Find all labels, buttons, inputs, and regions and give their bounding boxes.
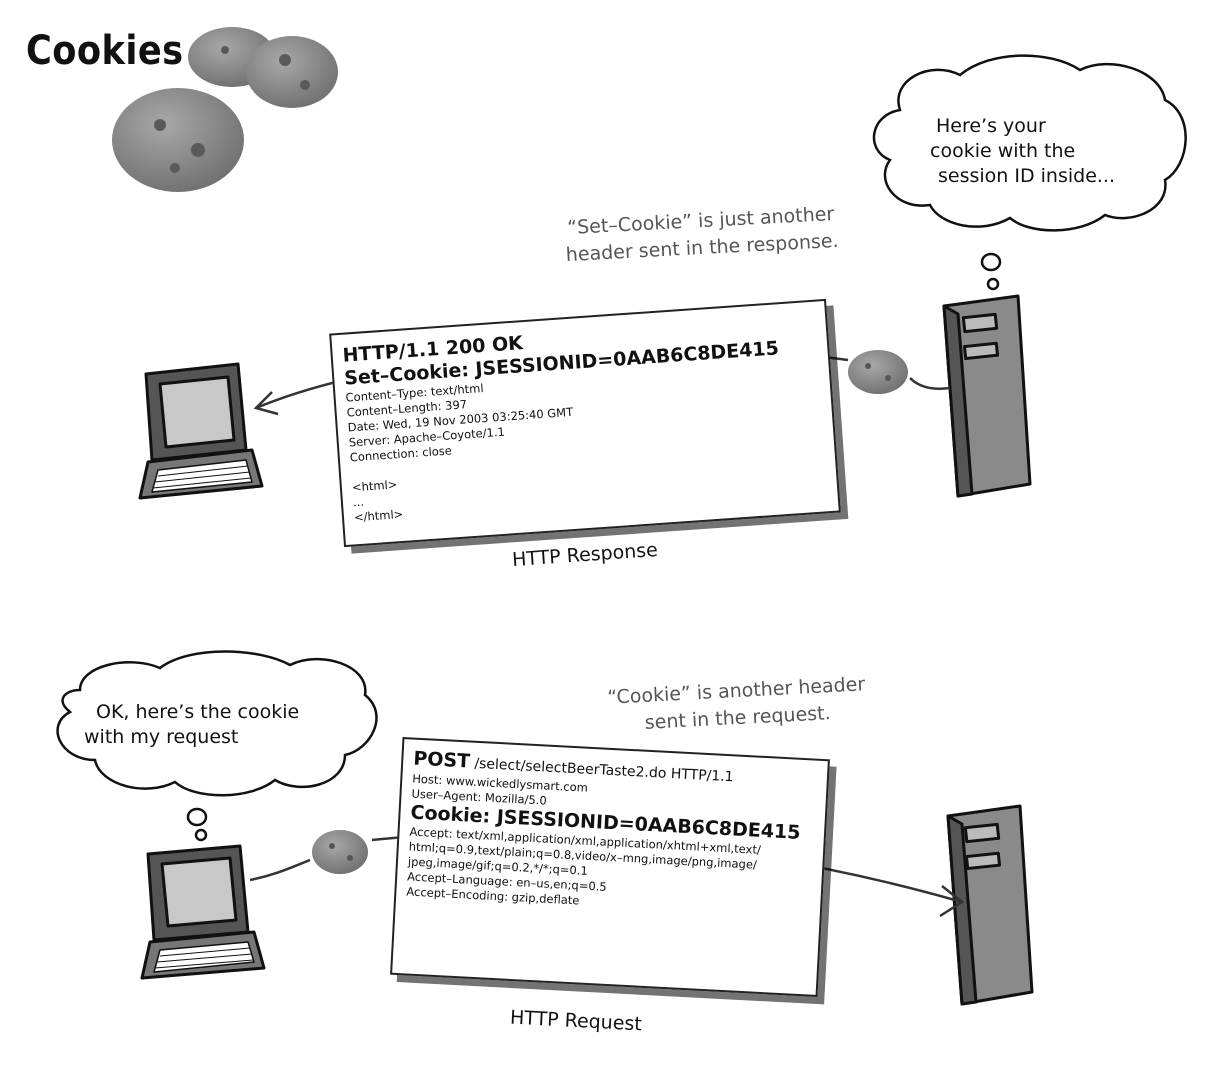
laptop-icon [140,844,266,980]
client-bubble-text: OK, here’s the cookie with my request [84,700,299,750]
http-response-card: HTTP/1.1 200 OK Set–Cookie: JSESSIONID=0… [329,298,841,548]
server-bubble-text: Here’s your cookie with the session ID i… [928,114,1115,189]
cookie-icon [312,830,368,874]
server-icon [946,804,1034,1006]
server-icon [942,294,1032,498]
http-request-card: POST /select/selectBeerTaste2.do HTTP/1.… [390,736,830,998]
page-title: Cookies [26,28,184,74]
laptop-icon [138,362,264,500]
bubble-line: OK, here’s the cookie [96,701,300,723]
bubble-line: with my request [84,726,239,748]
bubble-line: cookie with the [930,140,1076,162]
bubble-line: session ID inside... [938,165,1116,187]
bubble-line: Here’s your [936,115,1046,137]
method: POST [412,747,471,773]
cookie-icon [848,350,908,394]
